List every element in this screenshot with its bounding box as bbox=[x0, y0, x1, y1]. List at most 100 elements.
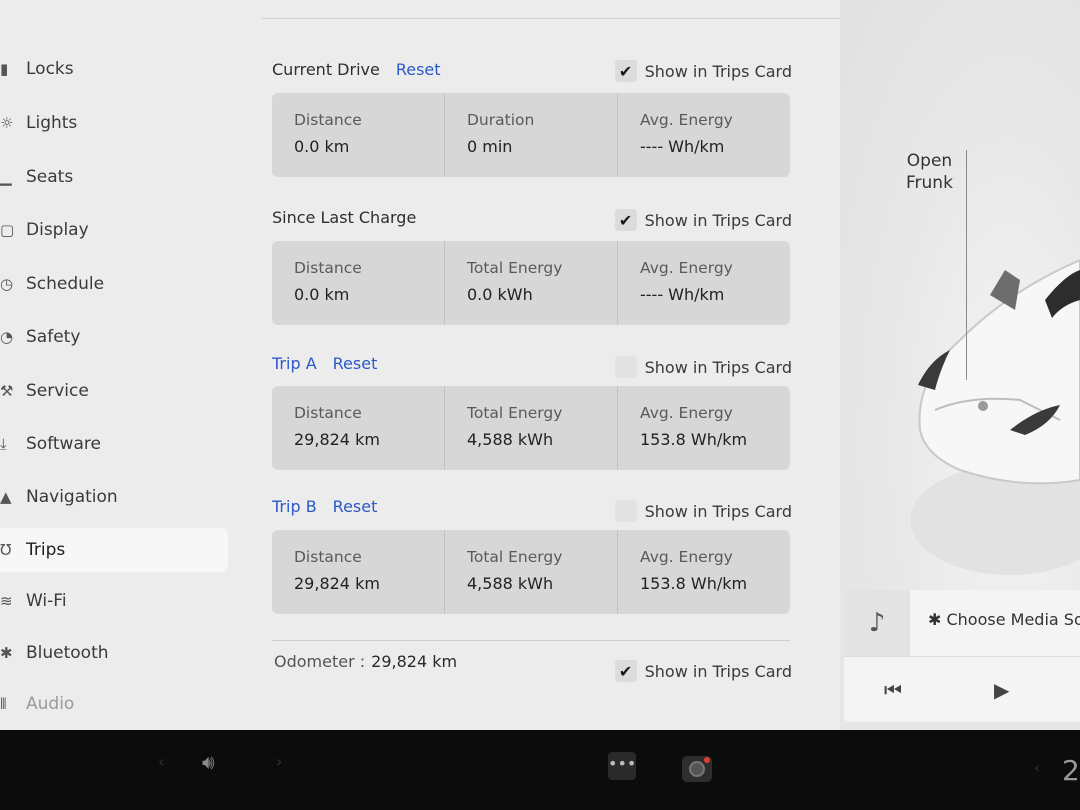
stat-cell: Avg. Energy 153.8 Wh/km bbox=[618, 530, 790, 614]
show-card-label: Show in Trips Card bbox=[644, 357, 792, 377]
volume-icon[interactable]: 🔊︎ bbox=[202, 750, 215, 774]
stat-value: 0 min bbox=[467, 137, 513, 156]
more-apps-icon[interactable]: ••• bbox=[608, 752, 636, 780]
odometer-show-card-toggle[interactable]: ✔ Show in Trips Card bbox=[614, 658, 792, 684]
sidebar-item-label: Audio bbox=[26, 694, 75, 714]
schedule-icon: ◷ bbox=[0, 275, 14, 293]
chevron-left-icon[interactable]: ‹ bbox=[1034, 758, 1040, 777]
checkbox-checked-icon[interactable]: ✔ bbox=[614, 209, 637, 231]
temperature-readout[interactable]: 2 bbox=[1062, 754, 1080, 787]
stat-value: ---- Wh/km bbox=[640, 137, 725, 156]
current-drive-reset-button[interactable]: Reset bbox=[396, 60, 441, 79]
audio-icon: ⦀ bbox=[0, 695, 7, 713]
stat-value: 29,824 km bbox=[294, 430, 380, 449]
trip-a-card: Distance 29,824 km Total Energy 4,588 kW… bbox=[272, 386, 790, 470]
checkbox-unchecked-icon[interactable]: ✔ bbox=[614, 356, 637, 378]
stat-cell: Duration 0 min bbox=[445, 93, 618, 177]
sidebar-item-display[interactable]: ▢ Display bbox=[0, 208, 228, 252]
show-card-label: Show in Trips Card bbox=[644, 61, 792, 81]
previous-track-icon[interactable]: ⏮ bbox=[884, 678, 902, 702]
odometer-label: Odometer : bbox=[274, 652, 366, 671]
since-charge-show-card-toggle[interactable]: ✔ Show in Trips Card bbox=[614, 207, 792, 233]
music-note-icon[interactable]: ♪ bbox=[844, 590, 910, 656]
stat-cell: Total Energy 4,588 kWh bbox=[445, 386, 618, 470]
sidebar-item-safety[interactable]: ◔ Safety bbox=[0, 315, 228, 359]
sidebar-item-locks[interactable]: ▮ Locks bbox=[0, 47, 228, 91]
sidebar-item-service[interactable]: ⚒ Service bbox=[0, 369, 228, 413]
checkbox-checked-icon[interactable]: ✔ bbox=[614, 660, 637, 682]
trip-b-reset-button[interactable]: Reset bbox=[333, 497, 378, 516]
stat-cell: Distance 0.0 km bbox=[272, 241, 445, 325]
sidebar-item-label: Software bbox=[26, 434, 101, 454]
bottom-control-bar: ‹ 🔊︎ › ••• ‹ 2 bbox=[0, 730, 1080, 810]
stat-label: Avg. Energy bbox=[640, 259, 733, 277]
sidebar-item-label: Lights bbox=[26, 113, 78, 133]
since-charge-card: Distance 0.0 km Total Energy 0.0 kWh Avg… bbox=[272, 241, 790, 325]
camera-icon[interactable] bbox=[682, 756, 712, 782]
open-frunk-button[interactable]: Open Frunk bbox=[906, 150, 953, 194]
stat-label: Distance bbox=[294, 259, 362, 277]
trip-a-reset-button[interactable]: Reset bbox=[333, 354, 378, 373]
odometer-value: 29,824 km bbox=[371, 652, 458, 671]
sidebar-item-wifi[interactable]: ≋ Wi-Fi bbox=[0, 579, 228, 623]
trip-b-show-card-toggle[interactable]: ✔ Show in Trips Card bbox=[614, 498, 792, 524]
trip-a-title[interactable]: Trip A bbox=[272, 354, 317, 373]
divider bbox=[262, 18, 840, 19]
trip-b-title[interactable]: Trip B bbox=[272, 497, 317, 516]
stat-cell: Total Energy 4,588 kWh bbox=[445, 530, 618, 614]
safety-icon: ◔ bbox=[0, 328, 14, 346]
stat-value: 0.0 kWh bbox=[467, 285, 533, 304]
odometer-readout: Odometer : 29,824 km bbox=[274, 652, 457, 671]
sidebar-item-label: Schedule bbox=[26, 274, 105, 294]
car-visualization bbox=[840, 0, 1080, 590]
sidebar-item-label: Trips bbox=[26, 540, 66, 560]
sidebar-item-bluetooth[interactable]: ✱ Bluetooth bbox=[0, 631, 228, 675]
stat-label: Distance bbox=[294, 111, 362, 129]
checkbox-checked-icon[interactable]: ✔ bbox=[614, 60, 637, 82]
navigation-icon: ▲ bbox=[0, 488, 12, 506]
play-icon[interactable]: ▶ bbox=[994, 678, 1009, 702]
sidebar-item-navigation[interactable]: ▲ Navigation bbox=[0, 475, 228, 519]
trips-icon: Ʊ bbox=[0, 541, 12, 559]
section-title: Current Drive bbox=[272, 59, 380, 79]
stat-cell: Distance 29,824 km bbox=[272, 530, 445, 614]
show-card-label: Show in Trips Card bbox=[644, 501, 792, 521]
sidebar-item-software[interactable]: ⤓ Software bbox=[0, 422, 228, 466]
stat-cell: Avg. Energy 153.8 Wh/km bbox=[618, 386, 790, 470]
current-drive-show-card-toggle[interactable]: ✔ Show in Trips Card bbox=[614, 58, 792, 84]
stat-label: Total Energy bbox=[467, 259, 563, 277]
section-title: Since Last Charge bbox=[272, 207, 417, 227]
stat-label: Distance bbox=[294, 548, 362, 566]
download-icon: ⤓ bbox=[0, 435, 7, 453]
trip-a-show-card-toggle[interactable]: ✔ Show in Trips Card bbox=[614, 354, 792, 380]
sidebar-item-audio[interactable]: ⦀ Audio bbox=[0, 682, 228, 726]
choose-media-source-button[interactable]: ✱ Choose Media So bbox=[928, 610, 1080, 629]
car-render-image bbox=[910, 258, 1080, 575]
sidebar-item-label: Locks bbox=[26, 59, 74, 79]
sidebar-item-label: Safety bbox=[26, 327, 81, 347]
chevron-right-icon[interactable]: › bbox=[276, 752, 282, 771]
chevron-left-icon[interactable]: ‹ bbox=[158, 752, 164, 771]
stat-label: Total Energy bbox=[467, 404, 563, 422]
frunk-label-line1: Open bbox=[906, 151, 953, 171]
stat-cell: Distance 0.0 km bbox=[272, 93, 445, 177]
display-icon: ▢ bbox=[0, 221, 15, 239]
sidebar-item-seats[interactable]: ▁ Seats bbox=[0, 155, 228, 199]
sidebar-item-schedule[interactable]: ◷ Schedule bbox=[0, 262, 228, 306]
checkbox-unchecked-icon[interactable]: ✔ bbox=[614, 500, 637, 522]
sidebar-item-label: Service bbox=[26, 381, 89, 401]
stat-label: Avg. Energy bbox=[640, 404, 733, 422]
sidebar-item-trips[interactable]: Ʊ Trips bbox=[0, 528, 228, 572]
sidebar-item-label: Navigation bbox=[26, 487, 118, 507]
media-player: ♪ ✱ Choose Media So ⏮ ▶ bbox=[844, 590, 1080, 722]
stat-label: Duration bbox=[467, 111, 535, 129]
seat-icon: ▁ bbox=[0, 168, 12, 186]
car-view-panel: Open Frunk ♪ ✱ Choose Media So ⏮ ▶ bbox=[840, 0, 1080, 730]
sidebar-item-label: Wi-Fi bbox=[26, 591, 67, 611]
sidebar-item-label: Seats bbox=[26, 167, 74, 187]
stat-value: 4,588 kWh bbox=[467, 574, 554, 593]
stat-value: ---- Wh/km bbox=[640, 285, 725, 304]
sidebar-item-lights[interactable]: ☼ Lights bbox=[0, 101, 228, 145]
bluetooth-icon: ✱ bbox=[0, 644, 13, 662]
stat-label: Avg. Energy bbox=[640, 111, 733, 129]
